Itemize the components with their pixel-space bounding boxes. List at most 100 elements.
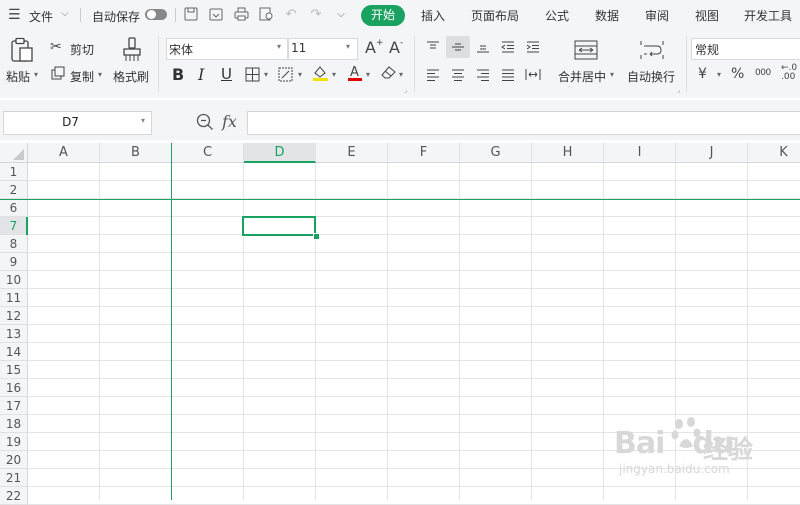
row-header-12[interactable]: 12 <box>0 307 28 325</box>
tab-view[interactable]: 视图 <box>695 7 719 24</box>
decimal-icon[interactable]: ←.0.00 <box>781 64 797 82</box>
align-left-icon[interactable] <box>425 68 441 85</box>
column-header-e[interactable]: E <box>316 143 388 163</box>
copy-dropdown-icon[interactable]: ▾ <box>98 70 102 79</box>
name-box-dropdown-icon[interactable]: ▾ <box>141 116 145 125</box>
currency-icon[interactable]: ¥ <box>698 66 707 82</box>
row-header-16[interactable]: 16 <box>0 379 28 397</box>
paste-dropdown-icon[interactable]: ▾ <box>34 70 38 79</box>
increase-font-icon[interactable]: A+ <box>365 38 384 57</box>
save-icon[interactable] <box>183 7 199 23</box>
file-menu[interactable]: 文件 <box>29 8 53 25</box>
column-header-h[interactable]: H <box>532 143 604 163</box>
more-dropdown-icon[interactable]: ⌵ <box>333 7 349 23</box>
decrease-indent-icon[interactable] <box>500 40 516 57</box>
row-header-1[interactable]: 1 <box>0 163 28 181</box>
distributed-align-icon[interactable] <box>525 67 541 85</box>
tab-review[interactable]: 审阅 <box>645 7 669 24</box>
column-header-b[interactable]: B <box>100 143 172 163</box>
row-header-7[interactable]: 7 <box>0 217 28 235</box>
insert-function-icon[interactable]: fx <box>222 112 237 131</box>
print-preview-icon[interactable] <box>258 7 274 23</box>
merge-dropdown-icon[interactable]: ▾ <box>610 70 614 79</box>
percent-icon[interactable]: % <box>731 66 744 82</box>
row-header-20[interactable]: 20 <box>0 451 28 469</box>
fill-pattern-icon[interactable] <box>278 67 294 85</box>
row-header-9[interactable]: 9 <box>0 253 28 271</box>
thousands-separator-icon[interactable]: 000 <box>755 68 771 78</box>
column-header-k[interactable]: K <box>748 143 800 163</box>
tab-home[interactable]: 开始 <box>361 5 405 26</box>
column-header-d[interactable]: D <box>244 143 316 163</box>
tab-insert[interactable]: 插入 <box>421 7 445 24</box>
merge-center-icon[interactable] <box>574 40 598 63</box>
align-dialog-launcher-icon[interactable]: ⌟ <box>677 86 680 94</box>
bold-icon[interactable]: B <box>172 65 184 84</box>
align-bottom-icon[interactable] <box>475 40 491 57</box>
column-header-a[interactable]: A <box>28 143 100 163</box>
row-header-17[interactable]: 17 <box>0 397 28 415</box>
zoom-icon[interactable] <box>196 113 214 134</box>
tab-developer[interactable]: 开发工具 <box>744 7 792 24</box>
currency-dropdown-icon[interactable]: ▾ <box>717 70 721 79</box>
paste-icon[interactable] <box>9 37 35 66</box>
chevron-down-icon[interactable]: ▾ <box>277 42 281 51</box>
decrease-font-icon[interactable]: A- <box>389 38 403 57</box>
row-header-6[interactable]: 6 <box>0 199 28 217</box>
eraser-icon[interactable] <box>380 65 397 83</box>
row-header-2[interactable]: 2 <box>0 181 28 199</box>
increase-indent-icon[interactable] <box>525 40 541 57</box>
tab-page-layout[interactable]: 页面布局 <box>471 7 519 24</box>
hamburger-menu-icon[interactable]: ☰ <box>8 7 21 23</box>
copy-icon[interactable] <box>51 66 65 83</box>
copy-button[interactable]: 复制 <box>70 68 94 85</box>
column-header-f[interactable]: F <box>388 143 460 163</box>
underline-icon[interactable]: U <box>221 65 232 83</box>
font-color-dropdown-icon[interactable]: ▾ <box>366 70 370 79</box>
border-dropdown-icon[interactable]: ▾ <box>264 70 268 79</box>
print-icon[interactable] <box>233 7 249 23</box>
row-header-11[interactable]: 11 <box>0 289 28 307</box>
row-header-18[interactable]: 18 <box>0 415 28 433</box>
eraser-dropdown-icon[interactable]: ▾ <box>399 70 403 79</box>
align-top-icon[interactable] <box>425 40 441 57</box>
row-header-19[interactable]: 19 <box>0 433 28 451</box>
fill-pattern-dropdown-icon[interactable]: ▾ <box>298 70 302 79</box>
italic-icon[interactable]: I <box>198 65 204 84</box>
fill-color-icon[interactable] <box>312 64 329 85</box>
select-all-corner[interactable] <box>0 143 28 163</box>
selected-cell[interactable] <box>242 216 316 236</box>
format-painter-button[interactable]: 格式刷 <box>113 68 149 85</box>
font-dialog-launcher-icon[interactable]: ⌟ <box>404 86 407 94</box>
align-center-icon[interactable] <box>450 68 466 85</box>
fill-color-dropdown-icon[interactable]: ▾ <box>332 70 336 79</box>
export-icon[interactable] <box>208 7 224 23</box>
paste-button[interactable]: 粘贴 <box>6 68 30 85</box>
cut-button[interactable]: 剪切 <box>70 41 94 58</box>
row-header-13[interactable]: 13 <box>0 325 28 343</box>
row-header-8[interactable]: 8 <box>0 235 28 253</box>
row-header-10[interactable]: 10 <box>0 271 28 289</box>
row-header-14[interactable]: 14 <box>0 343 28 361</box>
row-header-21[interactable]: 21 <box>0 469 28 487</box>
column-header-c[interactable]: C <box>172 143 244 163</box>
fill-handle[interactable] <box>313 233 320 240</box>
justify-icon[interactable] <box>500 68 516 85</box>
format-painter-icon[interactable] <box>121 37 143 66</box>
wrap-text-icon[interactable] <box>640 40 664 63</box>
tab-data[interactable]: 数据 <box>595 7 619 24</box>
merge-center-button[interactable]: 合并居中 <box>558 68 606 85</box>
chevron-down-icon[interactable]: ⌵ <box>61 8 69 19</box>
row-header-15[interactable]: 15 <box>0 361 28 379</box>
column-header-j[interactable]: J <box>676 143 748 163</box>
wrap-text-button[interactable]: 自动换行 <box>627 68 675 85</box>
align-middle-icon[interactable] <box>450 40 466 57</box>
chevron-down-icon[interactable]: ▾ <box>346 42 350 51</box>
tab-formulas[interactable]: 公式 <box>545 7 569 24</box>
formula-input[interactable] <box>247 111 800 135</box>
scissors-icon[interactable]: ✂ <box>50 39 62 55</box>
undo-icon[interactable]: ↶ <box>283 7 299 23</box>
column-header-g[interactable]: G <box>460 143 532 163</box>
border-icon[interactable] <box>245 67 260 85</box>
row-header-22[interactable]: 22 <box>0 487 28 505</box>
